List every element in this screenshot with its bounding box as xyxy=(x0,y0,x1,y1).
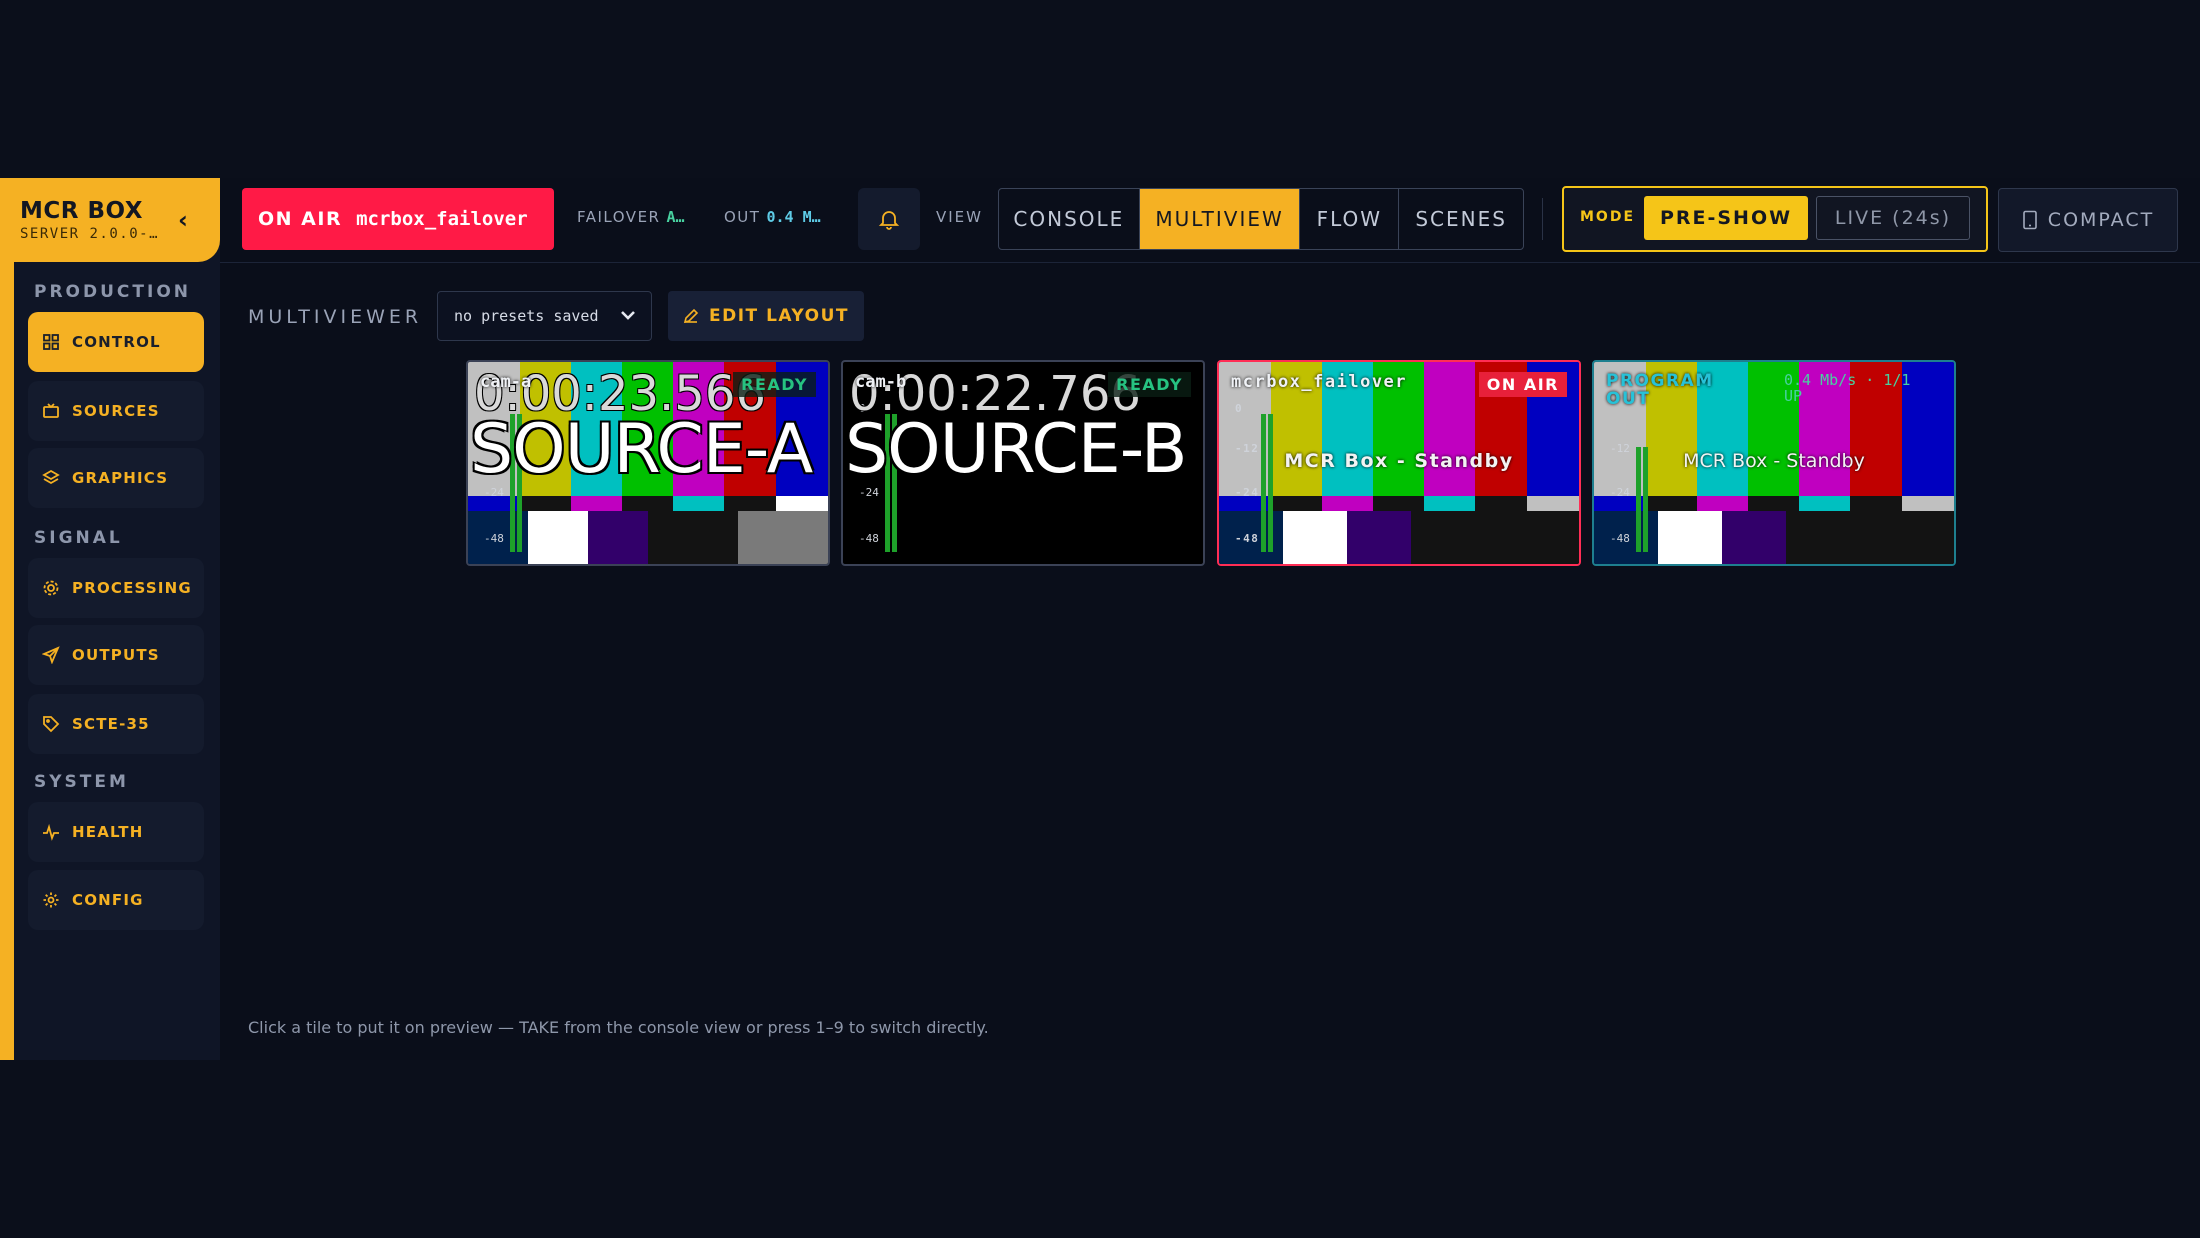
divider xyxy=(1542,198,1543,240)
output-rate-status: UP xyxy=(1784,387,1803,405)
mode-switcher: MODE PRE-SHOW LIVE (24s) xyxy=(1562,186,1988,252)
edit-layout-button[interactable]: EDIT LAYOUT xyxy=(668,291,864,341)
program-out-tile[interactable]: -12 -24 -48 MCR Box - Standby PROGRAM OU… xyxy=(1592,360,1956,566)
sidebar-item-control[interactable]: CONTROL xyxy=(28,312,204,372)
presets-select[interactable]: no presets saved xyxy=(437,291,652,341)
mode-label: MODE xyxy=(1580,209,1636,225)
app-window: MCR BOX SERVER 2.0.0-… ‹ PRODUCTION CONT… xyxy=(0,178,2200,1060)
tab-scenes[interactable]: SCENES xyxy=(1399,189,1523,249)
source-tile-cam-b[interactable]: 0 -12 -24 -48 0:00:22.766 SOURCE-B cam-b… xyxy=(841,360,1205,566)
status-badge: ON AIR xyxy=(1478,372,1567,397)
failover-status: FAILOVER A… xyxy=(577,208,685,226)
gear-icon xyxy=(42,891,60,909)
tile-name: cam-b xyxy=(855,372,907,392)
tab-multiview[interactable]: MULTIVIEW xyxy=(1139,189,1301,249)
tile-caption: MCR Box - Standby xyxy=(1683,450,1865,472)
page-title: MULTIVIEWER xyxy=(248,306,423,328)
notifications-button[interactable] xyxy=(858,188,920,250)
meter-tick: -48 xyxy=(859,532,879,545)
status-badge: READY xyxy=(733,372,816,397)
tv-icon xyxy=(42,402,60,420)
tablet-icon xyxy=(2022,210,2037,230)
tile-caption: MCR Box - Standby xyxy=(1284,450,1514,472)
sidebar-item-label: SOURCES xyxy=(72,402,160,420)
compact-button[interactable]: COMPACT xyxy=(1998,188,2178,252)
meter-tick: -48 xyxy=(484,532,504,545)
output-status: OUT 0.4 M… xyxy=(724,208,821,226)
output-rate-value: 0.4 Mb/s · 1/1 xyxy=(1784,371,1911,389)
sidebar-item-scte-35[interactable]: SCTE-35 xyxy=(28,694,204,754)
tile-name: cam-a xyxy=(480,372,532,392)
source-overlay: SOURCE-B xyxy=(845,410,1188,489)
sidebar-item-processing[interactable]: PROCESSING xyxy=(28,558,204,618)
view-label: VIEW xyxy=(936,208,983,226)
sidebar: MCR BOX SERVER 2.0.0-… ‹ PRODUCTION CONT… xyxy=(0,178,220,1060)
brand-header: MCR BOX SERVER 2.0.0-… ‹ xyxy=(0,178,220,262)
meter-tick: -24 xyxy=(1235,486,1260,499)
failover-value: A… xyxy=(666,208,685,226)
collapse-sidebar-button[interactable]: ‹ xyxy=(178,206,188,234)
status-badge: READY xyxy=(1108,372,1191,397)
tab-flow[interactable]: FLOW xyxy=(1300,189,1400,249)
sidebar-item-sources[interactable]: SOURCES xyxy=(28,381,204,441)
bell-icon xyxy=(878,211,900,230)
chip-icon xyxy=(42,579,60,597)
meter-bar-left xyxy=(1261,414,1266,552)
tile-name: mcrbox_failover xyxy=(1231,372,1408,392)
audio-meter: -12 -24 -48 xyxy=(1610,402,1648,552)
section-title-production: PRODUCTION xyxy=(34,282,191,302)
source-overlay: SOURCE-A xyxy=(470,410,813,489)
out-label: OUT xyxy=(724,208,761,226)
meter-tick: -24 xyxy=(1610,486,1630,499)
sidebar-item-label: HEALTH xyxy=(72,823,144,841)
compact-label: COMPACT xyxy=(2047,209,2155,231)
tile-name: PROGRAM OUT xyxy=(1606,371,1714,409)
view-switcher: CONSOLE MULTIVIEW FLOW SCENES xyxy=(998,188,1524,250)
source-tile-mcrbox-failover[interactable]: 0 -12 -24 -48 MCR Box - Standby mcrbox_f… xyxy=(1217,360,1581,566)
sidebar-item-health[interactable]: HEALTH xyxy=(28,802,204,862)
mode-preshow-button[interactable]: PRE-SHOW xyxy=(1644,196,1808,240)
on-air-label: ON AIR xyxy=(258,208,343,230)
grid-icon xyxy=(42,333,60,351)
output-rate: 0.4 Mb/s · 1/1 UP xyxy=(1784,372,1910,404)
sidebar-item-label: OUTPUTS xyxy=(72,646,160,664)
tag-icon xyxy=(42,715,60,733)
on-air-indicator[interactable]: ON AIR mcrbox_failover xyxy=(242,188,554,250)
sidebar-item-label: CONFIG xyxy=(72,891,144,909)
edit-layout-label: EDIT LAYOUT xyxy=(709,306,849,326)
on-air-source: mcrbox_failover xyxy=(356,208,528,230)
layers-icon xyxy=(42,469,60,487)
chevron-down-icon xyxy=(621,311,635,320)
server-version: SERVER 2.0.0-… xyxy=(20,226,160,242)
source-tile-cam-a[interactable]: 0 -12 -24 -48 0:00:23.566 SOURCE-A cam-a… xyxy=(466,360,830,566)
section-title-system: SYSTEM xyxy=(34,772,129,792)
help-hint: Click a tile to put it on preview — TAKE… xyxy=(248,1018,989,1037)
sidebar-item-outputs[interactable]: OUTPUTS xyxy=(28,625,204,685)
pencil-icon xyxy=(683,308,699,324)
sidebar-accent-rail xyxy=(0,262,14,1060)
presets-value: no presets saved xyxy=(454,307,599,325)
send-icon xyxy=(42,646,60,664)
failover-label: FAILOVER xyxy=(577,208,661,226)
meter-tick: -48 xyxy=(1235,532,1260,545)
meter-tick: 0 xyxy=(1235,402,1244,415)
sidebar-item-label: GRAPHICS xyxy=(72,469,169,487)
sidebar-item-label: PROCESSING xyxy=(72,579,192,597)
sidebar-item-config[interactable]: CONFIG xyxy=(28,870,204,930)
sidebar-item-graphics[interactable]: GRAPHICS xyxy=(28,448,204,508)
sidebar-item-label: CONTROL xyxy=(72,333,161,351)
app-name: MCR BOX xyxy=(20,198,143,224)
tab-console[interactable]: CONSOLE xyxy=(999,189,1140,249)
meter-bar-right xyxy=(1268,414,1273,552)
pulse-icon xyxy=(42,823,60,841)
out-value: 0.4 M… xyxy=(766,208,821,226)
mode-live-button[interactable]: LIVE (24s) xyxy=(1816,196,1970,240)
meter-tick: -48 xyxy=(1610,532,1630,545)
top-bar: ON AIR mcrbox_failover FAILOVER A… OUT 0.4… xyxy=(220,178,2200,263)
audio-meter: 0 -12 -24 -48 xyxy=(1235,402,1273,552)
section-title-signal: SIGNAL xyxy=(34,528,123,548)
sidebar-item-label: SCTE-35 xyxy=(72,715,150,733)
